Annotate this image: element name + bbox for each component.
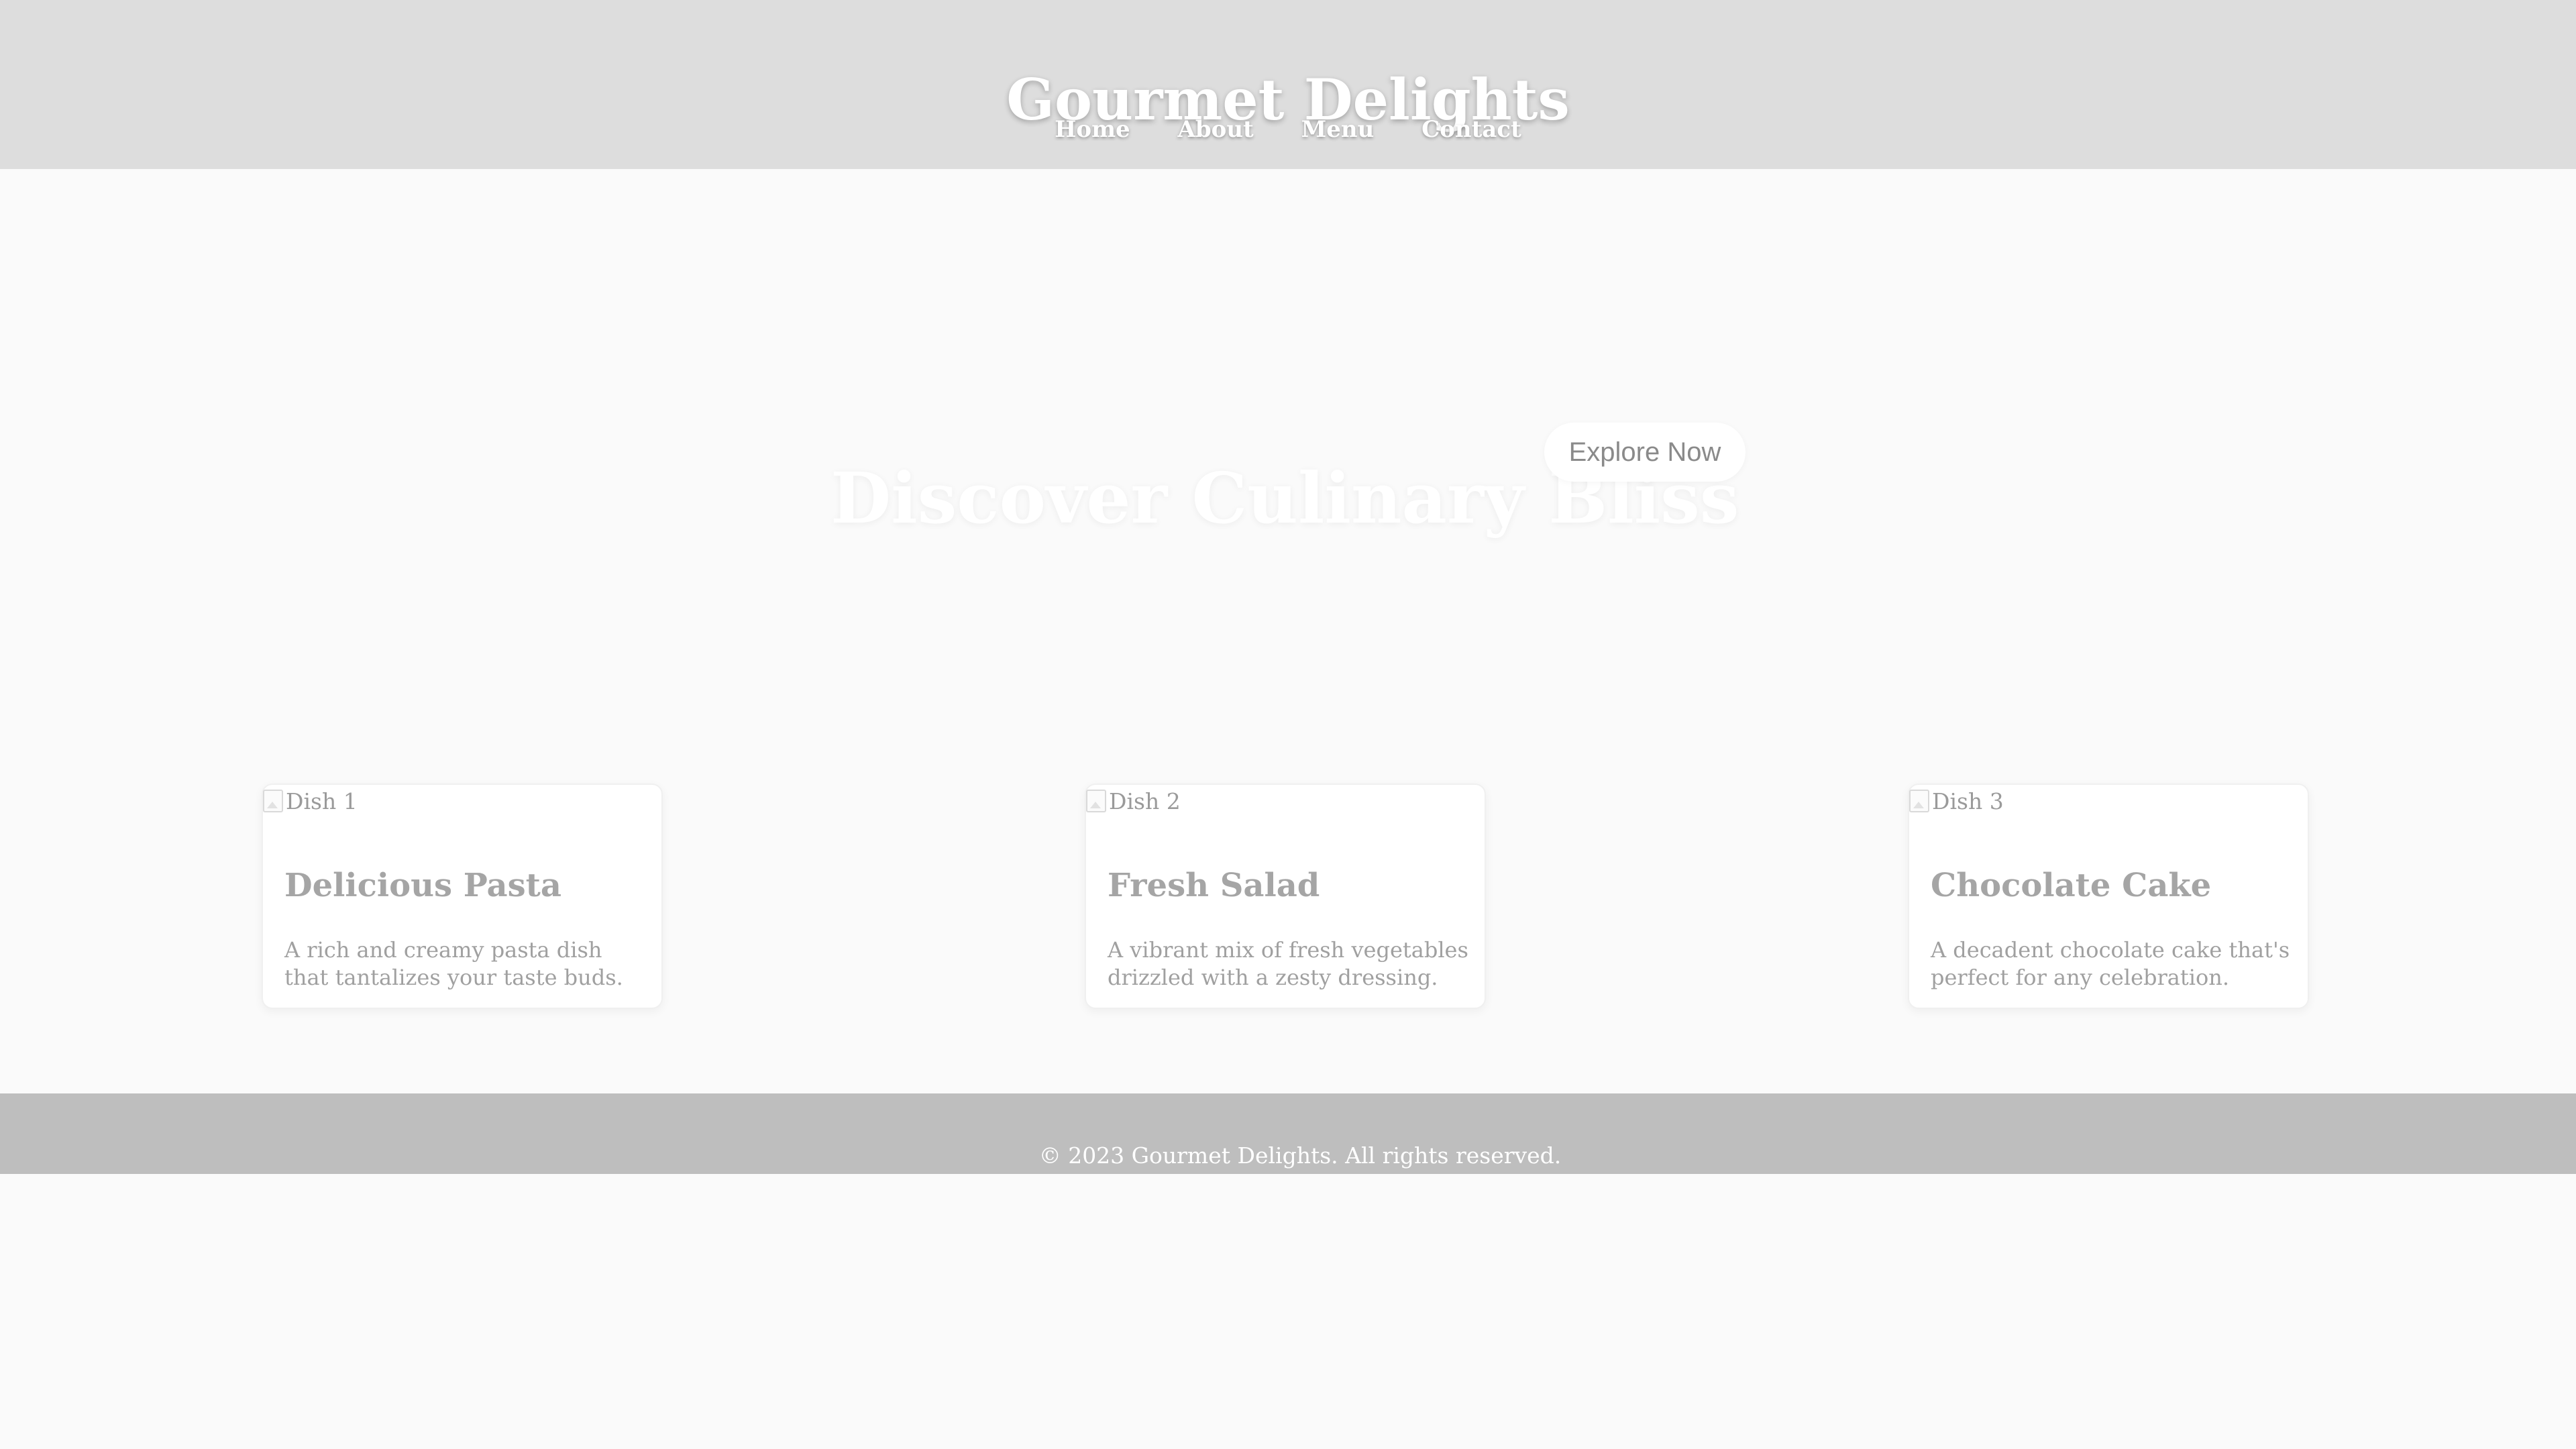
dish-title: Delicious Pasta (284, 867, 561, 904)
dish-description: A rich and creamy pasta dish that tantal… (284, 937, 623, 990)
dish-image-alt: Dish 3 (1932, 788, 2004, 814)
footer-copyright: © 2023 Gourmet Delights. All rights rese… (1038, 1142, 1562, 1169)
dish-image: Dish 3 (1909, 785, 2004, 817)
broken-image-icon (1909, 790, 1929, 812)
dish-image: Dish 2 (1086, 785, 1181, 817)
nav-link-about[interactable]: About (1178, 113, 1254, 146)
dish-title: Fresh Salad (1108, 867, 1320, 904)
broken-image-icon (1086, 790, 1106, 812)
dish-image: Dish 1 (263, 785, 358, 817)
broken-image-icon (263, 790, 283, 812)
main-nav: Home About Menu Contact (0, 113, 2576, 146)
nav-link-home[interactable]: Home (1055, 113, 1130, 146)
nav-link-contact[interactable]: Contact (1421, 113, 1521, 146)
nav-link-menu[interactable]: Menu (1301, 113, 1375, 146)
hero-section: Discover Culinary Bliss Explore Now (0, 169, 2576, 746)
dish-card-cake: Dish 3 Chocolate Cake A decadent chocola… (1908, 784, 2309, 1009)
dish-title: Chocolate Cake (1931, 867, 2212, 904)
dish-card-pasta: Dish 1 Delicious Pasta A rich and creamy… (262, 784, 663, 1009)
explore-now-button[interactable]: Explore Now (1544, 423, 1746, 482)
dish-description: A decadent chocolate cake that's perfect… (1931, 937, 2290, 990)
site-header: Gourmet Delights Home About Menu Contact (0, 0, 2576, 169)
dish-image-alt: Dish 1 (286, 788, 358, 814)
site-footer: © 2023 Gourmet Delights. All rights rese… (0, 1093, 2576, 1174)
dish-card-salad: Dish 2 Fresh Salad A vibrant mix of fres… (1085, 784, 1486, 1009)
dish-description: A vibrant mix of fresh vegetables drizzl… (1108, 937, 1468, 990)
dish-image-alt: Dish 2 (1109, 788, 1181, 814)
